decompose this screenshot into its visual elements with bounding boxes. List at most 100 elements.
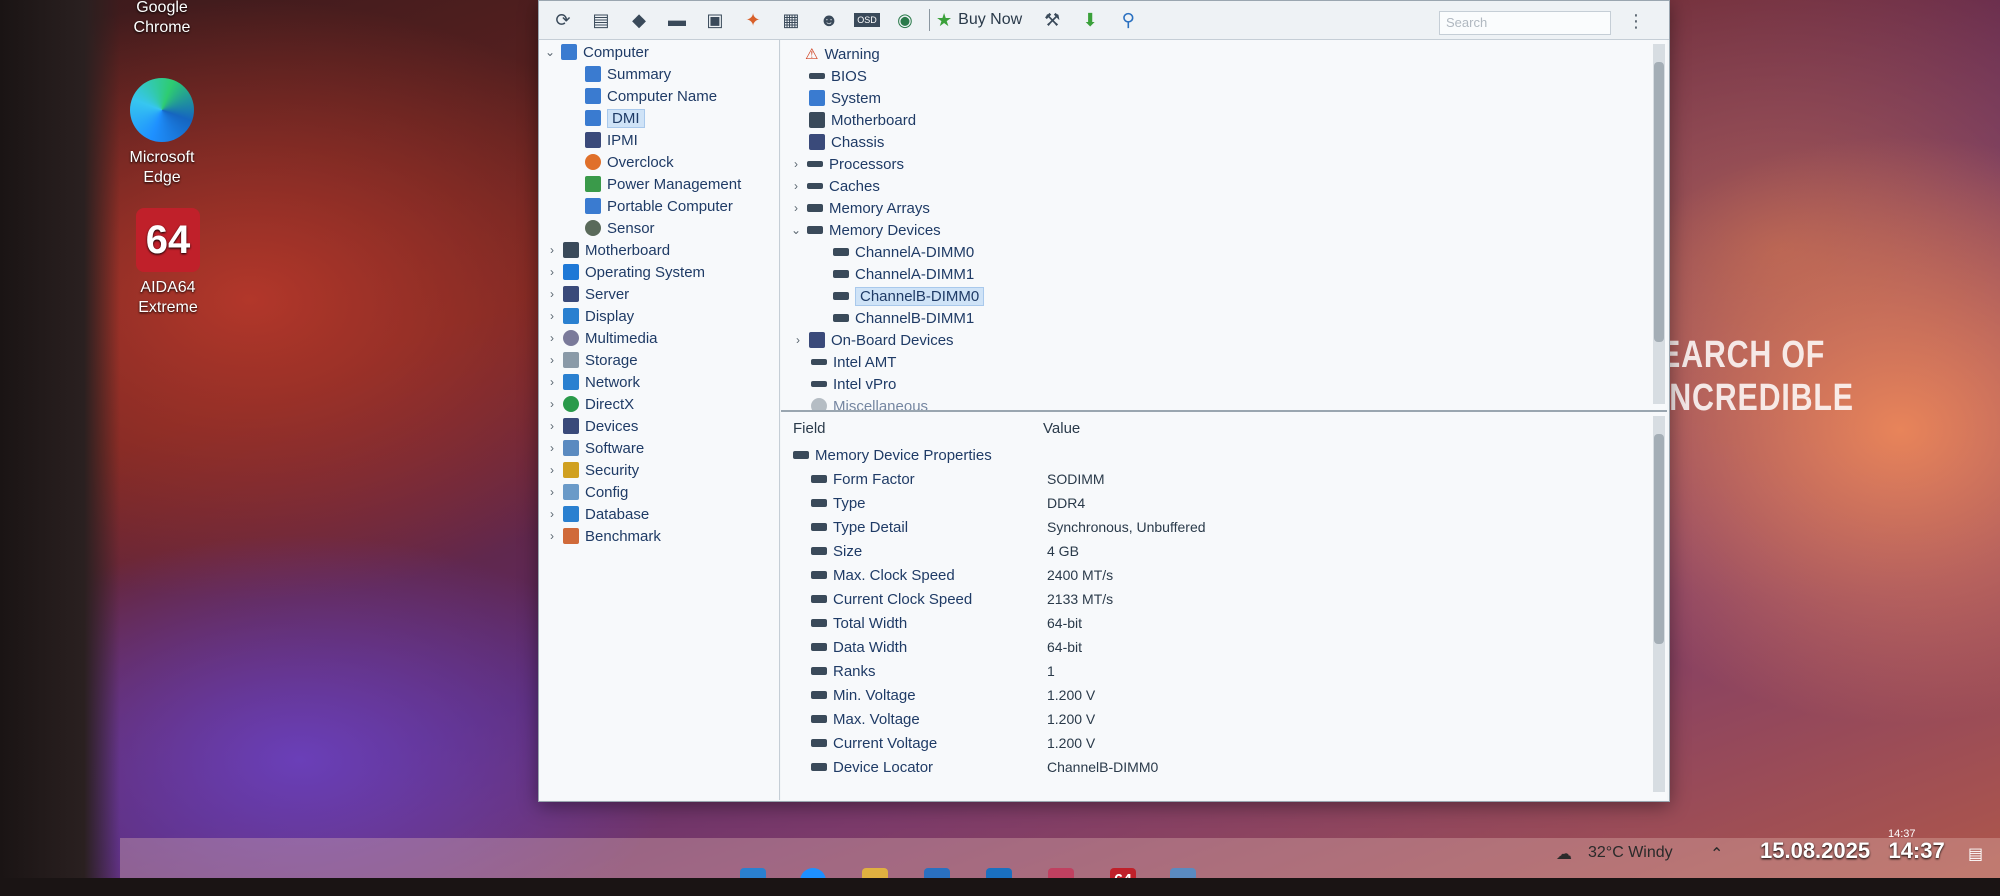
chevron-right-icon[interactable]: › — [789, 157, 803, 171]
chevron-right-icon[interactable]: › — [545, 463, 559, 477]
property-row[interactable]: Type — [807, 492, 866, 514]
user-icon[interactable]: ☻ — [815, 6, 843, 34]
property-row[interactable]: Max. Clock Speed — [807, 564, 955, 586]
dmi-item-bios[interactable]: BIOS — [805, 65, 867, 87]
tree-item-power-management[interactable]: Power Management — [581, 173, 741, 195]
chevron-right-icon[interactable]: › — [545, 243, 559, 257]
dmi-item-intel-vpro[interactable]: Intel vPro — [807, 373, 896, 395]
menu-dots-icon[interactable]: ⋮ — [1627, 11, 1645, 32]
field-column-header[interactable]: Field — [793, 420, 826, 437]
dmi-item-chassis[interactable]: Chassis — [805, 131, 884, 153]
dmi-item-onboard-devices[interactable]: › On-Board Devices — [791, 329, 954, 351]
dmi-item-processors[interactable]: › Processors — [789, 153, 904, 175]
report-icon[interactable]: ▤ — [587, 6, 615, 34]
dmi-item-warning[interactable]: ⚠ Warning — [805, 43, 880, 65]
property-row[interactable]: Max. Voltage — [807, 708, 920, 730]
tree-item-storage[interactable]: › Storage — [545, 349, 638, 371]
property-row[interactable]: Total Width — [807, 612, 907, 634]
chevron-right-icon[interactable]: › — [545, 397, 559, 411]
chevron-right-icon[interactable]: › — [789, 201, 803, 215]
chevron-right-icon[interactable]: › — [545, 331, 559, 345]
search-icon[interactable]: ⚲ — [1114, 6, 1142, 34]
chevron-right-icon[interactable]: › — [545, 353, 559, 367]
dmi-item-channelb-dimm0[interactable]: ChannelB-DIMM0 — [829, 285, 985, 307]
osd-icon[interactable]: OSD — [853, 6, 881, 34]
property-row[interactable]: Type Detail — [807, 516, 908, 538]
tree-item-computer-name[interactable]: Computer Name — [581, 85, 717, 107]
property-row[interactable]: Min. Voltage — [807, 684, 916, 706]
chevron-right-icon[interactable]: › — [545, 485, 559, 499]
chevron-down-icon[interactable]: ⌄ — [543, 45, 557, 59]
tree-item-multimedia[interactable]: › Multimedia — [545, 327, 658, 349]
search-input[interactable]: Search — [1439, 11, 1611, 35]
tree-item-security[interactable]: › Security — [545, 459, 639, 481]
buy-now-button[interactable]: ★ Buy Now — [936, 10, 1022, 31]
tree-item-overclock[interactable]: Overclock — [581, 151, 674, 173]
memory-icon[interactable]: ▬ — [663, 6, 691, 34]
property-row[interactable]: Form Factor — [807, 468, 915, 490]
chevron-right-icon[interactable]: › — [545, 309, 559, 323]
tree-item-software[interactable]: › Software — [545, 437, 644, 459]
weather-text[interactable]: 32°C Windy — [1588, 844, 1673, 862]
dmi-item-miscellaneous[interactable]: Miscellaneous — [807, 395, 928, 410]
dmi-item-memory-arrays[interactable]: › Memory Arrays — [789, 197, 930, 219]
property-row[interactable]: Data Width — [807, 636, 907, 658]
tree-item-summary[interactable]: Summary — [581, 63, 671, 85]
weather-icon[interactable]: ☁ — [1556, 844, 1572, 864]
tree-item-operating-system[interactable]: › Operating System — [545, 261, 705, 283]
chevron-right-icon[interactable]: › — [789, 179, 803, 193]
tree-item-sensor[interactable]: Sensor — [581, 217, 655, 239]
property-row[interactable]: Current Clock Speed — [807, 588, 972, 610]
tree-item-network[interactable]: › Network — [545, 371, 640, 393]
calendar-icon[interactable]: ▦ — [777, 6, 805, 34]
tray-chevron-up-icon[interactable]: ⌃ — [1710, 844, 1723, 864]
dmi-item-motherboard[interactable]: Motherboard — [805, 109, 916, 131]
download-icon[interactable]: ⬇ — [1076, 6, 1104, 34]
value-column-header[interactable]: Value — [1043, 420, 1080, 437]
tree-item-motherboard[interactable]: › Motherboard — [545, 239, 670, 261]
tree-item-ipmi[interactable]: IPMI — [581, 129, 638, 151]
dmi-item-memory-devices[interactable]: ⌄ Memory Devices — [789, 219, 941, 241]
chevron-right-icon[interactable]: › — [545, 375, 559, 389]
tree-item-portable-computer[interactable]: Portable Computer — [581, 195, 733, 217]
refresh-icon[interactable]: ⟳ — [549, 6, 577, 34]
tree-item-devices[interactable]: › Devices — [545, 415, 638, 437]
tree-item-benchmark[interactable]: › Benchmark — [545, 525, 661, 547]
chevron-right-icon[interactable]: › — [545, 287, 559, 301]
desktop-icon-edge[interactable]: Microsoft Edge — [118, 78, 206, 188]
network-icon[interactable]: ▣ — [701, 6, 729, 34]
chevron-right-icon[interactable]: › — [545, 419, 559, 433]
desktop-icon-aida64[interactable]: 64 AIDA64 Extreme — [124, 208, 212, 318]
clock-icon[interactable]: ◉ — [891, 6, 919, 34]
dmi-item-system[interactable]: System — [805, 87, 881, 109]
property-row[interactable]: Ranks — [807, 660, 876, 682]
tree-item-display[interactable]: › Display — [545, 305, 634, 327]
scrollbar-thumb[interactable] — [1654, 62, 1664, 342]
scrollbar-thumb[interactable] — [1654, 434, 1664, 644]
desktop-icon-chrome[interactable]: Google Chrome — [118, 0, 206, 38]
tree-item-computer[interactable]: ⌄ Computer — [543, 41, 649, 63]
chevron-down-icon[interactable]: ⌄ — [789, 223, 803, 237]
dmi-item-caches[interactable]: › Caches — [789, 175, 880, 197]
dmi-item-channelb-dimm1[interactable]: ChannelB-DIMM1 — [829, 307, 974, 329]
tree-item-server[interactable]: › Server — [545, 283, 629, 305]
notification-icon[interactable]: ▤ — [1968, 844, 1983, 864]
cpu-chip-icon[interactable]: ◆ — [625, 6, 653, 34]
chevron-right-icon[interactable]: › — [545, 507, 559, 521]
tree-item-config[interactable]: › Config — [545, 481, 628, 503]
dmi-item-channela-dimm1[interactable]: ChannelA-DIMM1 — [829, 263, 974, 285]
taskbar-clock[interactable]: 15.08.2025 14:37 — [1760, 838, 1945, 864]
property-row[interactable]: Device Locator — [807, 756, 933, 778]
properties-scrollbar[interactable] — [1653, 416, 1665, 792]
property-row[interactable]: Current Voltage — [807, 732, 937, 754]
dmi-item-intel-amt[interactable]: Intel AMT — [807, 351, 896, 373]
tree-item-directx[interactable]: › DirectX — [545, 393, 634, 415]
chevron-right-icon[interactable]: › — [545, 529, 559, 543]
chevron-right-icon[interactable]: › — [545, 441, 559, 455]
tree-item-database[interactable]: › Database — [545, 503, 649, 525]
property-row[interactable]: Size — [807, 540, 862, 562]
flame-icon[interactable]: ✦ — [739, 6, 767, 34]
chevron-right-icon[interactable]: › — [791, 333, 805, 347]
chevron-right-icon[interactable]: › — [545, 265, 559, 279]
dmi-item-channela-dimm0[interactable]: ChannelA-DIMM0 — [829, 241, 974, 263]
